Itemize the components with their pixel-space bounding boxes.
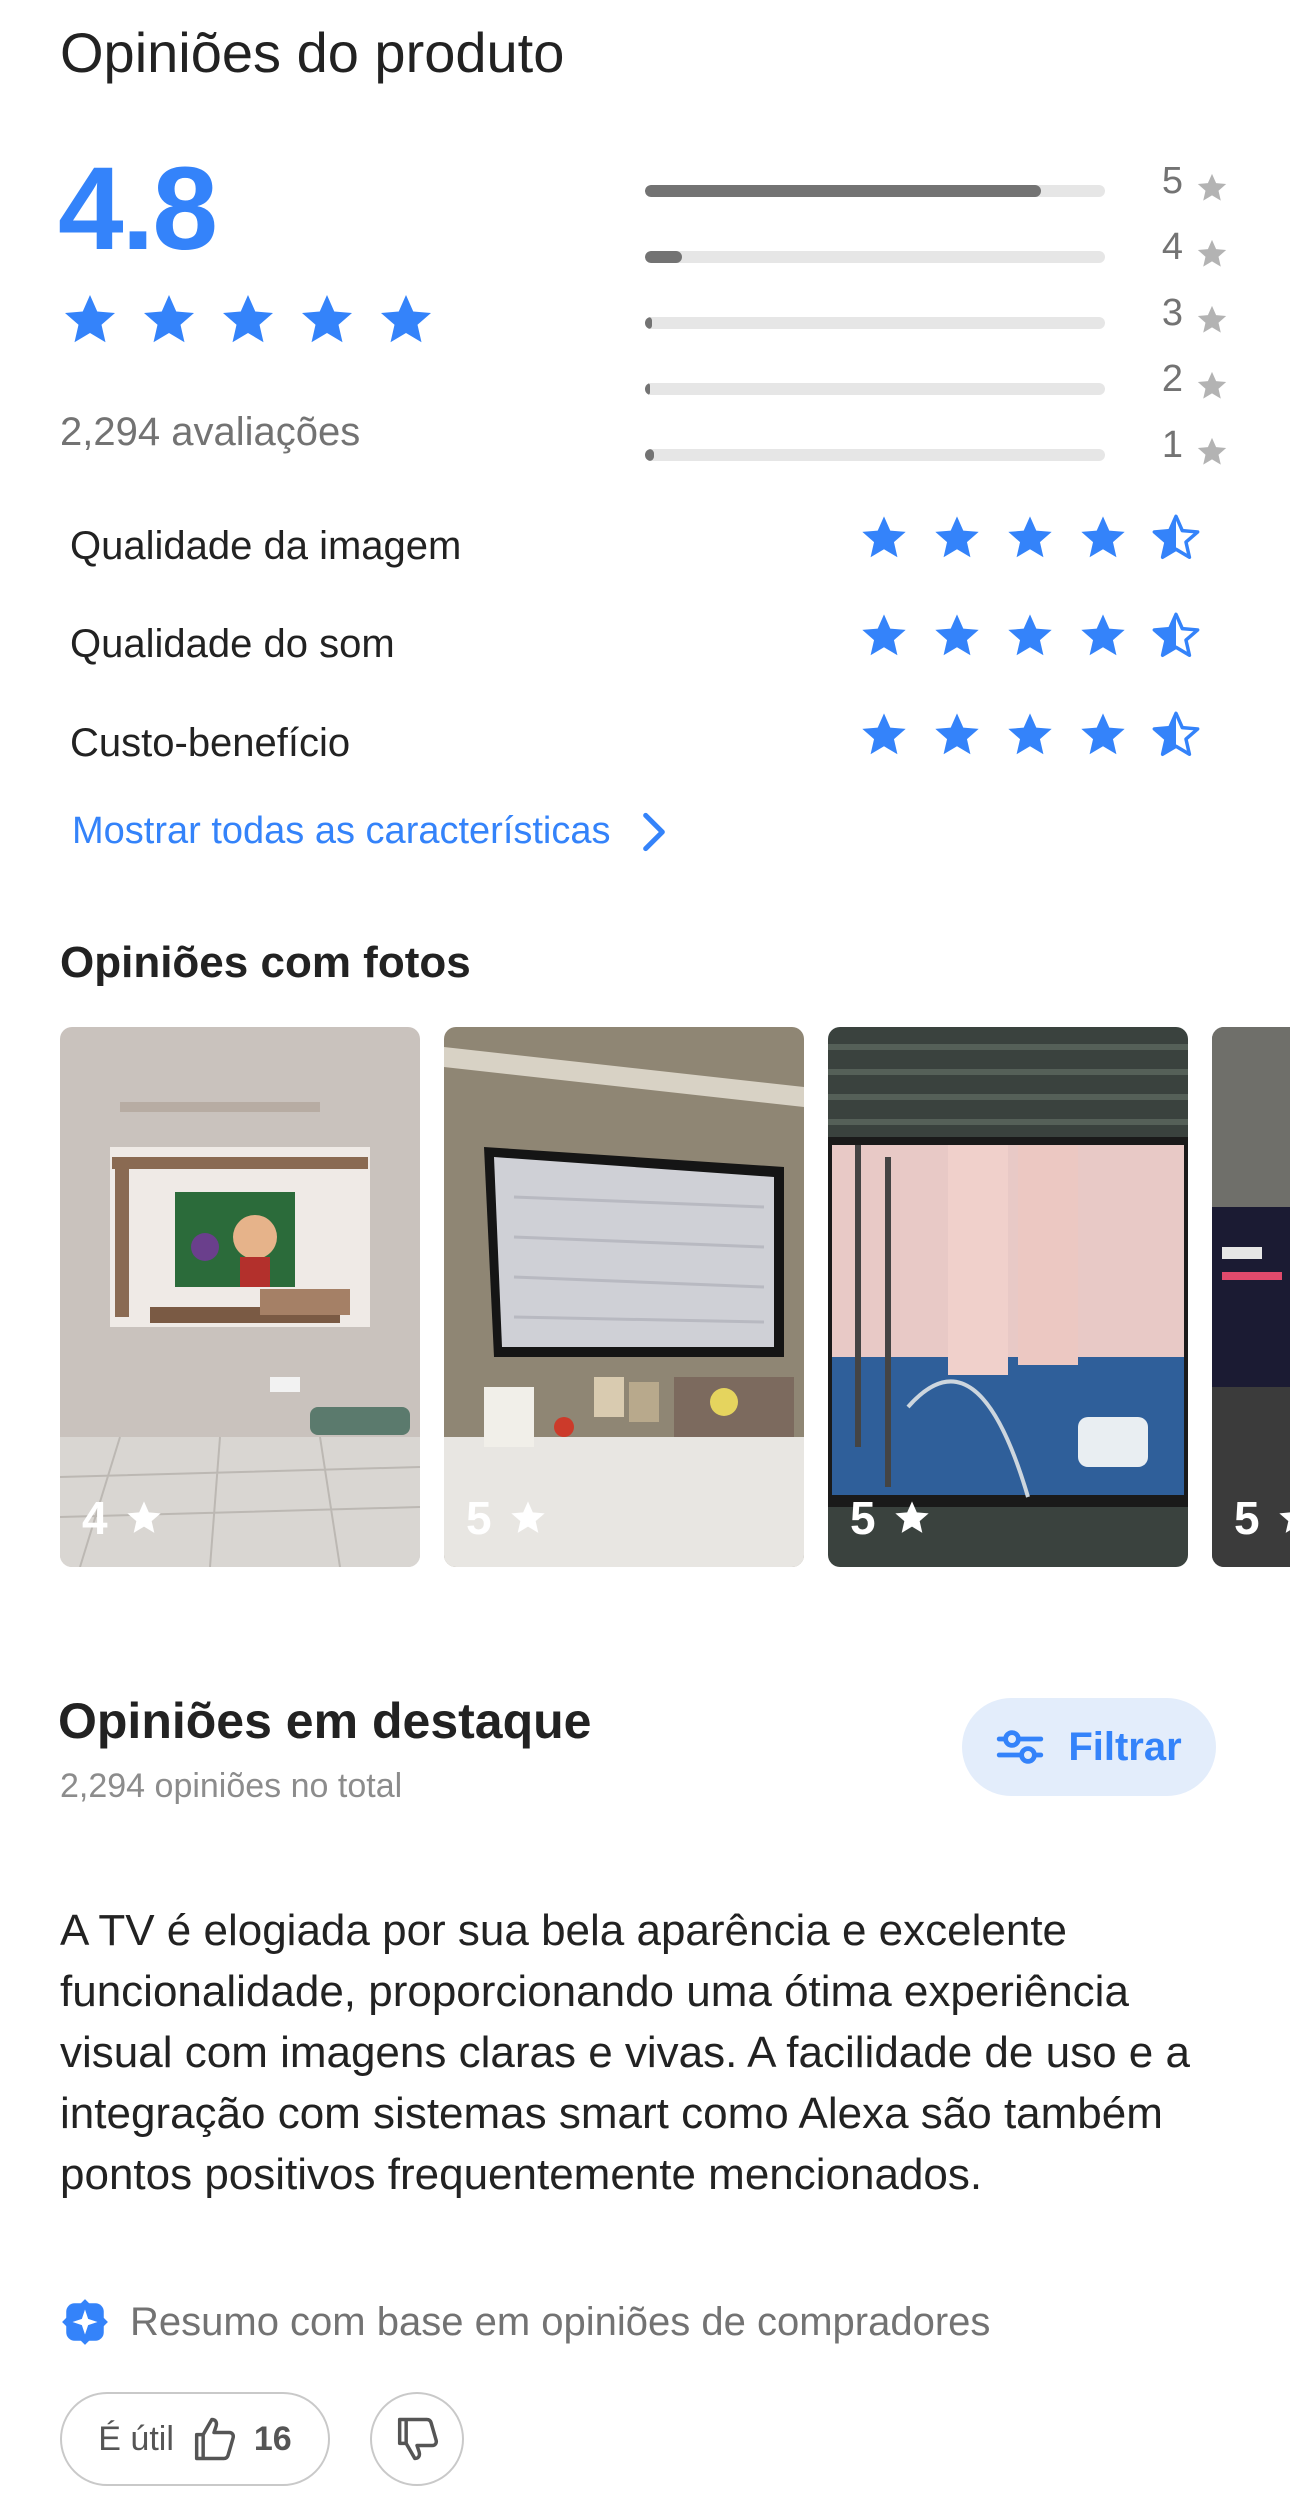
distribution-track [645,449,1105,461]
distribution-row[interactable]: 2 [645,353,1245,419]
review-photo[interactable]: 5 [828,1027,1188,1567]
photo-rating: 5 [850,1491,932,1545]
star-icon [381,295,431,343]
photo-carousel[interactable]: 4 5 5 5 [60,1027,1290,1567]
star-icon [935,516,979,558]
feature-label: Qualidade do som [70,622,395,666]
sparkle-icon [62,2299,108,2345]
page-title: Opiniões do produto [60,21,565,84]
distribution-star-count: 1 [1161,424,1183,466]
photo-rating-value: 5 [466,1492,492,1544]
feature-stars [858,512,1202,564]
photos-section-title: Opiniões com fotos [60,938,471,987]
photo-image [1212,1027,1290,1567]
distribution-row[interactable]: 4 [645,221,1245,287]
photo-rating: 4 [82,1491,164,1545]
star-icon [1008,516,1052,558]
average-rating: 4.8 [58,143,218,275]
star-icon [862,614,906,656]
star-icon [935,614,979,656]
distribution-fill [645,383,650,395]
photo-rating: 5 [1234,1491,1290,1545]
distribution-star-count: 4 [1161,226,1183,268]
feature-rating-row: Qualidade da imagem [70,512,1230,582]
useful-count: 16 [253,2419,292,2458]
star-icon [1278,1512,1290,1533]
rating-distribution: 5 4 3 2 1 [645,155,1245,485]
star-icon [1081,516,1125,558]
star-icon [1197,305,1227,333]
useful-button[interactable]: É útil 16 [60,2392,330,2486]
distribution-star-count: 3 [1161,292,1183,334]
filter-label: Filtrar [1068,1724,1182,1769]
chevron-right-icon [642,812,665,851]
distribution-track [645,185,1105,197]
star-icon [935,713,979,755]
photo-image [828,1027,1188,1567]
star-icon [1197,371,1227,399]
featured-reviews-count: 2,294 opiniões no total [60,1767,403,1805]
show-all-features-link[interactable]: Mostrar todas as características [72,810,669,853]
filter-button[interactable]: Filtrar [962,1698,1216,1796]
distribution-fill [645,449,655,461]
review-photo[interactable]: 5 [1212,1027,1290,1567]
star-icon [65,295,115,343]
average-stars [60,290,436,350]
star-icon [1008,713,1052,755]
half-star-icon [1152,612,1200,658]
star-icon [894,1501,929,1533]
review-summary-text: A TV é elogiada por sua bela aparência e… [60,1906,1190,2199]
photo-rating-value: 5 [850,1492,876,1544]
featured-reviews-title: Opiniões em destaque [58,1693,592,1749]
star-icon [1197,173,1227,201]
distribution-track [645,317,1105,329]
star-icon [510,1501,545,1533]
distribution-star-count: 2 [1161,358,1183,400]
distribution-fill [645,251,682,263]
photo-image [444,1027,804,1567]
half-star-icon [1152,514,1200,560]
feature-label: Custo-benefício [70,721,351,765]
star-icon [1008,614,1052,656]
star-icon [302,295,352,343]
feature-stars [858,610,1202,662]
not-useful-button[interactable] [370,2392,464,2486]
thumbs-up-icon [194,2417,235,2461]
star-icon [1081,614,1125,656]
photo-rating-value: 5 [1234,1492,1260,1544]
review-photo[interactable]: 4 [60,1027,420,1567]
show-all-features-label: Mostrar todas as características [72,810,611,852]
star-icon [1081,713,1125,755]
useful-label: É útil [98,2419,174,2458]
distribution-track [645,383,1105,395]
star-icon [144,295,194,343]
filter-icon [997,1730,1044,1764]
feature-rating-row: Qualidade do som [70,610,1230,680]
thumbs-down-icon [397,2417,439,2461]
half-star-icon [1152,711,1200,757]
distribution-fill [645,317,652,329]
total-reviews-count: 2,294 avaliações [60,410,361,454]
star-icon [862,516,906,558]
summary-note-label: Resumo com base em opiniões de comprador… [130,2299,991,2344]
feature-stars [858,709,1202,761]
feature-rating-row: Custo-benefício [70,709,1230,779]
review-photo[interactable]: 5 [444,1027,804,1567]
photo-image [60,1027,420,1567]
distribution-star-count: 5 [1161,160,1183,202]
distribution-row[interactable]: 5 [645,155,1245,221]
photo-rating: 5 [466,1491,548,1545]
star-icon [862,713,906,755]
distribution-fill [645,185,1041,197]
distribution-row[interactable]: 3 [645,287,1245,353]
summary-note: Resumo com base em opiniões de comprador… [60,2297,990,2347]
star-icon [1197,239,1227,267]
distribution-track [645,251,1105,263]
star-icon [1197,437,1227,465]
star-icon [126,1501,161,1533]
distribution-row[interactable]: 1 [645,419,1245,485]
star-icon [223,295,273,343]
feature-label: Qualidade da imagem [70,524,462,568]
photo-rating-value: 4 [82,1492,108,1544]
